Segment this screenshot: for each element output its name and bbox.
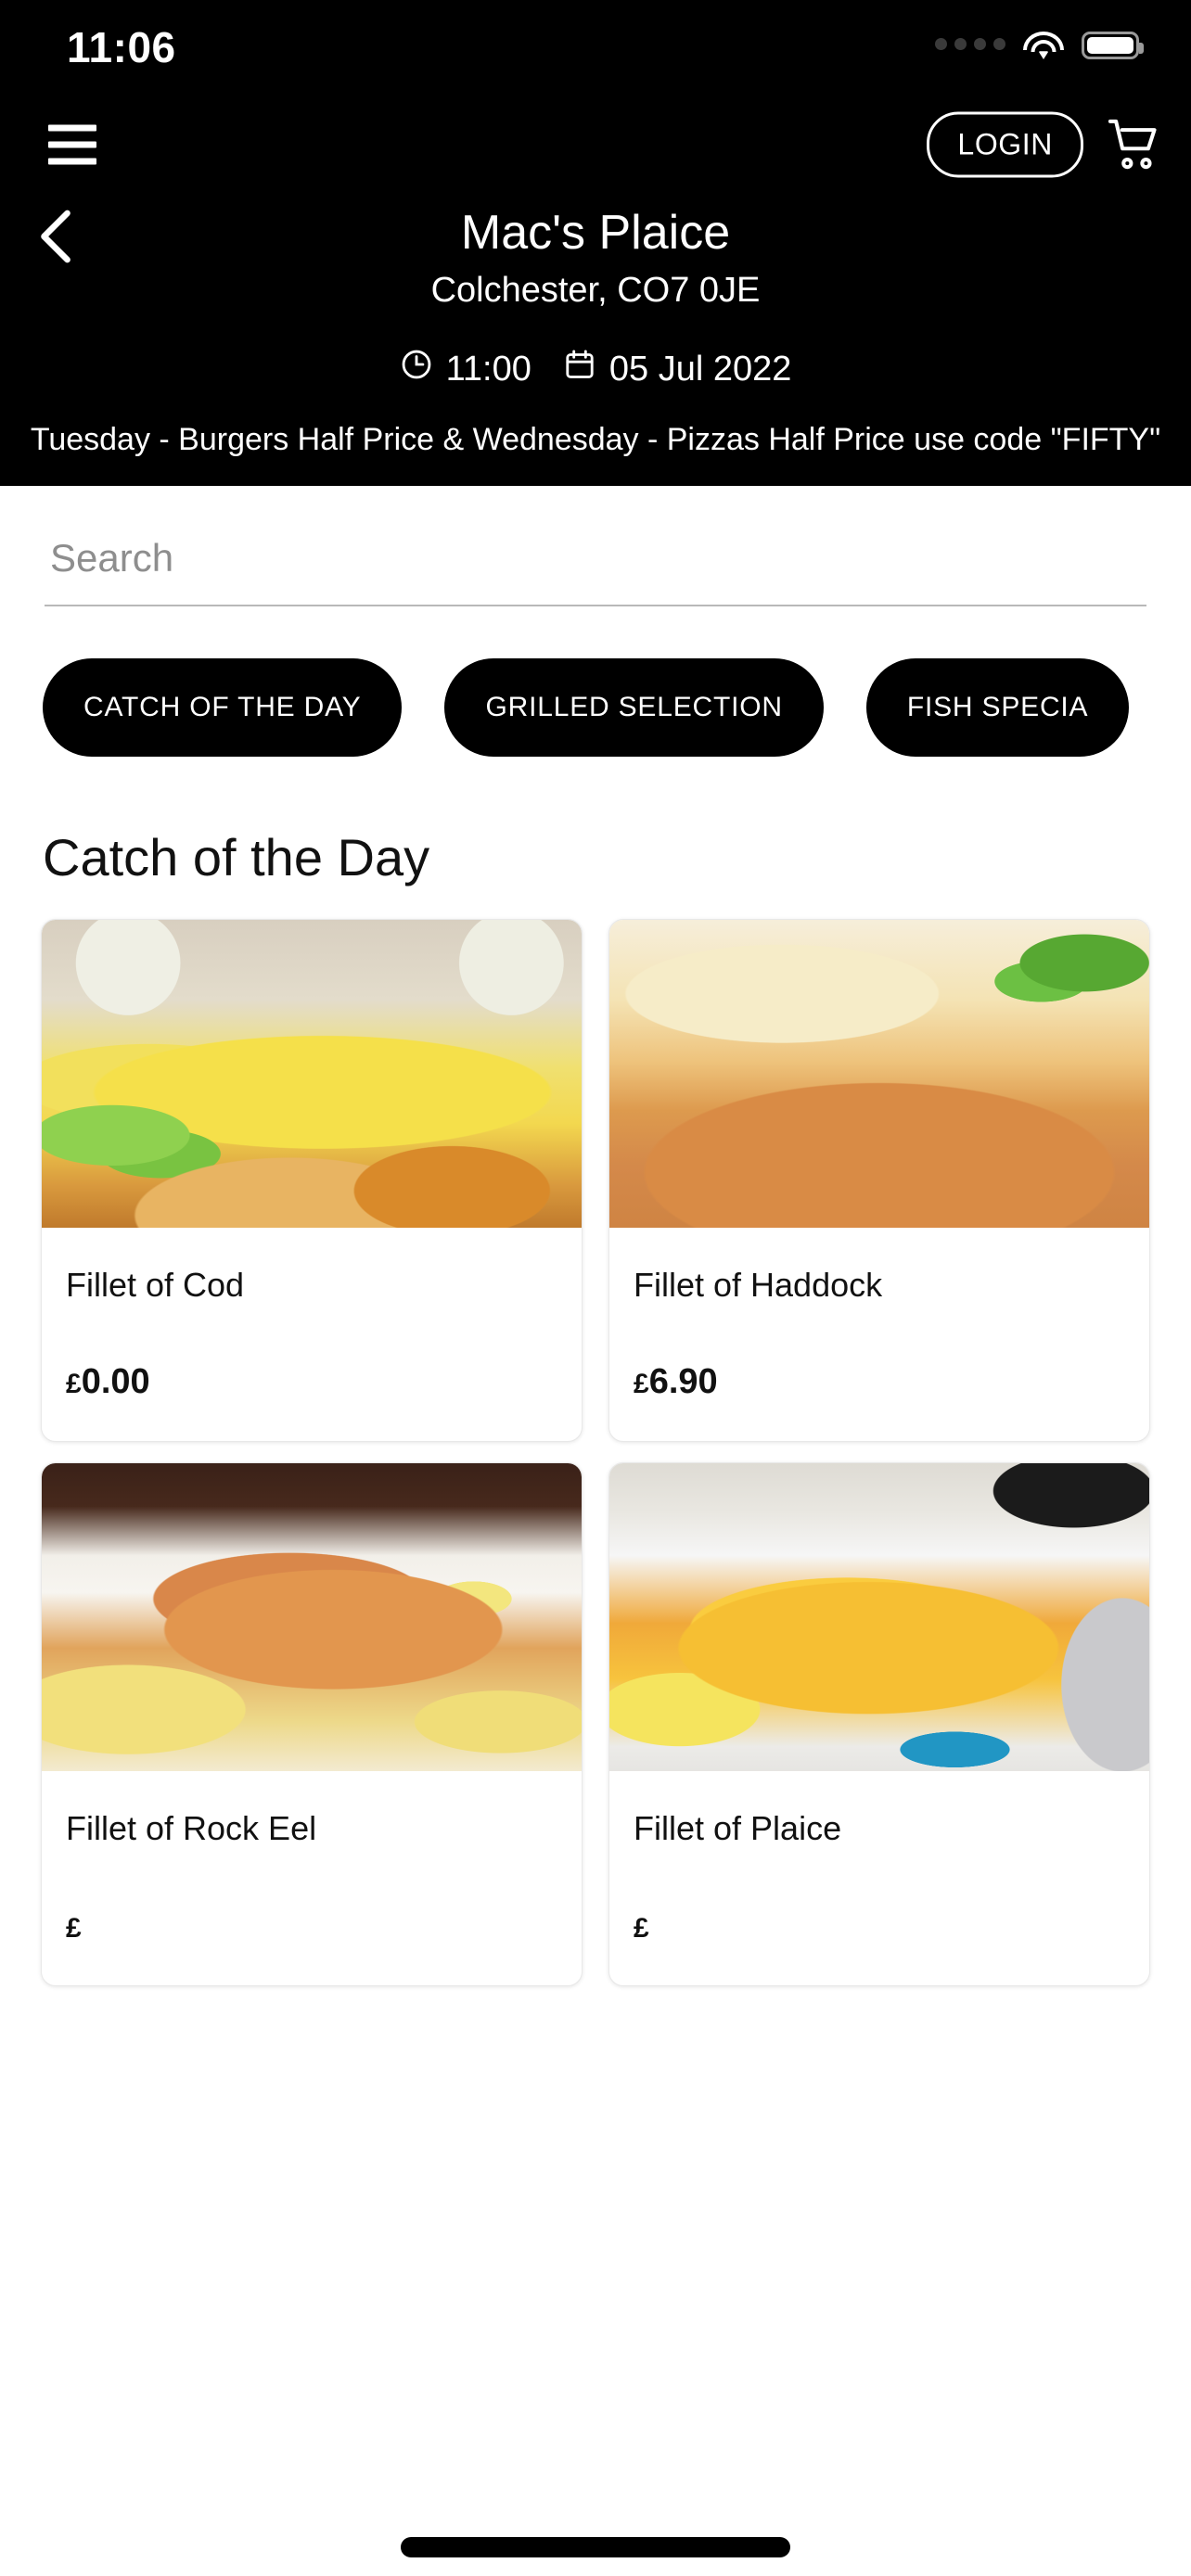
currency-symbol: £	[66, 1369, 82, 1400]
product-name: Fillet of Rock Eel	[66, 1809, 317, 1848]
product-card[interactable]: Fillet of Plaice £	[608, 1462, 1150, 1986]
product-name: Fillet of Plaice	[634, 1809, 842, 1848]
category-chip-fish-specials[interactable]: FISH SPECIA	[865, 658, 1130, 758]
login-button[interactable]: LOGIN	[927, 111, 1083, 178]
promotion-banner: Tuesday - Burgers Half Price & Wednesday…	[30, 422, 1161, 458]
product-price: £	[42, 1849, 582, 1985]
shopping-cart-icon[interactable]	[1108, 118, 1165, 172]
product-image-rock-eel-plate	[42, 1463, 582, 1772]
category-chip-list[interactable]: CATCH OF THE DAY GRILLED SELECTION FISH …	[0, 606, 1191, 758]
search-input[interactable]	[45, 527, 1146, 606]
home-indicator	[401, 2537, 790, 2557]
product-card[interactable]: Fillet of Haddock £6.90	[608, 919, 1150, 1443]
search-section	[0, 486, 1191, 607]
back-chevron-icon[interactable]	[32, 208, 82, 265]
category-chip-catch-of-the-day[interactable]: CATCH OF THE DAY	[43, 658, 403, 758]
currency-symbol: £	[66, 1912, 82, 1944]
shop-name: Mac's Plaice	[460, 206, 731, 260]
hamburger-menu-icon[interactable]	[48, 124, 96, 165]
status-bar: 11:06	[0, 0, 1191, 93]
opening-time-label: 11:00	[445, 349, 531, 389]
product-name: Fillet of Haddock	[634, 1266, 883, 1305]
opening-date-label: 05 Jul 2022	[608, 349, 792, 389]
product-image-battered-haddock	[609, 920, 1149, 1229]
shop-address: Colchester, CO7 0JE	[430, 271, 761, 311]
navigation-bar: LOGIN	[0, 93, 1191, 197]
section-title: Catch of the Day	[43, 828, 430, 887]
wifi-icon	[1022, 30, 1065, 61]
product-price: £	[609, 1849, 1149, 1985]
category-chip-grilled-selection[interactable]: GRILLED SELECTION	[444, 658, 824, 758]
calendar-icon	[563, 348, 596, 390]
price-value: 6.90	[648, 1362, 718, 1402]
clock-icon	[400, 348, 433, 390]
status-bar-indicators	[935, 30, 1144, 61]
product-card[interactable]: Fillet of Rock Eel £	[41, 1462, 583, 1986]
product-card[interactable]: Fillet of Cod £0.00	[41, 919, 583, 1443]
opening-date: 05 Jul 2022	[563, 348, 792, 390]
product-name: Fillet of Cod	[66, 1266, 245, 1305]
shop-header: LOGIN Mac's Plaice Colchester, CO7 0JE 1	[0, 93, 1191, 487]
product-price: £0.00	[42, 1305, 582, 1441]
product-price: £6.90	[609, 1305, 1149, 1441]
battery-full-icon	[1082, 32, 1144, 59]
opening-time: 11:00	[400, 348, 531, 390]
product-image-plaice-fillet-plate	[609, 1463, 1149, 1772]
price-value: 0.00	[81, 1362, 150, 1402]
signal-dots-icon	[935, 37, 1005, 54]
shop-title-row: Mac's Plaice Colchester, CO7 0JE	[0, 206, 1191, 311]
currency-symbol: £	[634, 1912, 649, 1944]
product-grid: Fillet of Cod £0.00 Fillet of Haddock £6…	[0, 887, 1191, 1986]
shop-meta-row: 11:00 05 Jul 2022	[0, 348, 1191, 390]
currency-symbol: £	[634, 1369, 649, 1400]
status-bar-time: 11:06	[67, 23, 176, 71]
product-image-fish-chips-mushy-peas	[42, 920, 582, 1229]
